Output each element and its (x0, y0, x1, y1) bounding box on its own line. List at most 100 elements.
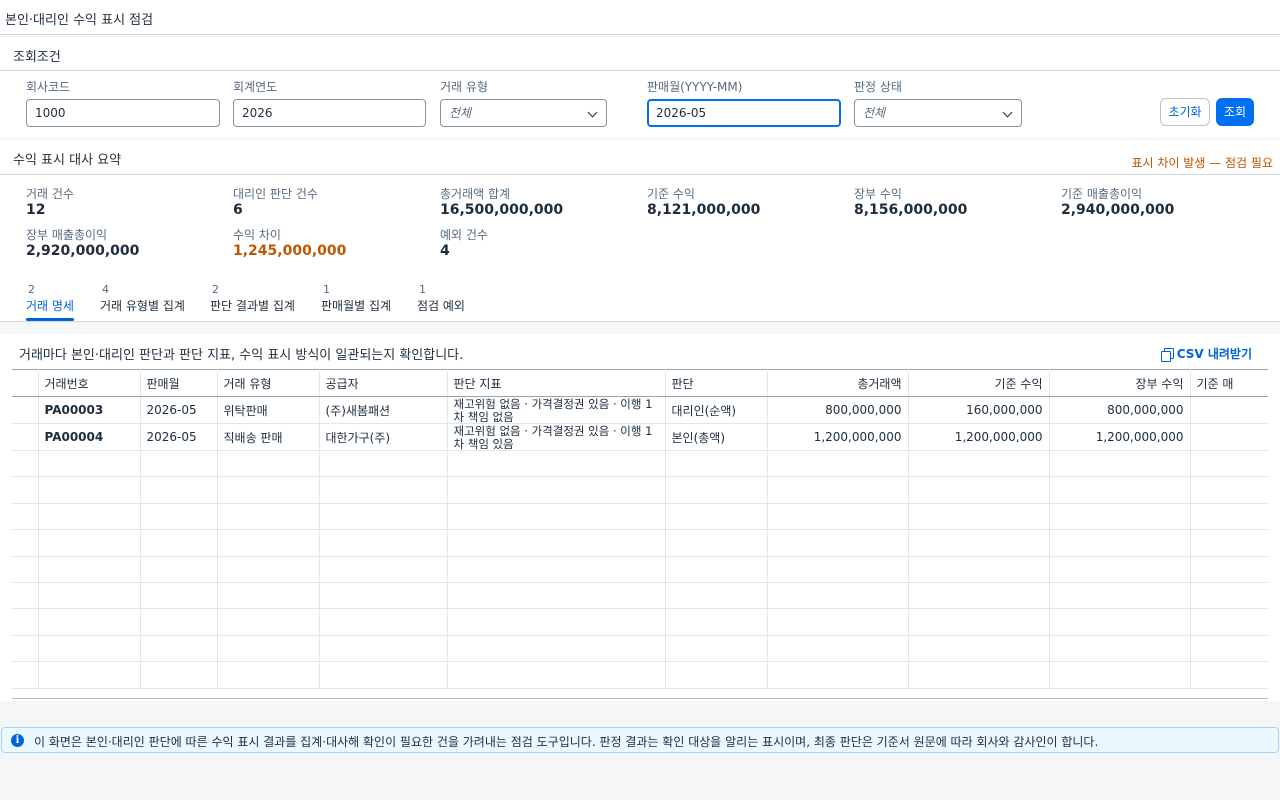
empty-row (12, 476, 1268, 504)
column-header[interactable]: 판단 지표 (447, 369, 666, 397)
indicator-cell: 재고위험 없음 · 가격결정권 있음 · 이행 1차 책임 있음 (447, 423, 666, 451)
column-header[interactable]: 거래 유형 (217, 369, 320, 397)
base-revenue-cell: 1,200,000,000 (908, 423, 1050, 451)
fiscal-year-input[interactable]: 2026 (233, 99, 426, 127)
column-header[interactable]: 총거래액 (767, 369, 909, 397)
kpi-value: 16,500,000,000 (440, 202, 564, 218)
column-header[interactable]: 기준 수익 (908, 369, 1050, 397)
copy-icon (1160, 348, 1174, 362)
filter-section-header: 조회조건 (0, 37, 1280, 71)
base-gross-profit-cell: 160 (1190, 396, 1268, 424)
sales-month-field: 판매월(YYYY-MM) 2026-05 (647, 78, 841, 127)
deal-type-select[interactable]: 전체 (440, 99, 607, 127)
page-title: 본인·대리인 수익 표시 점검 (5, 13, 154, 28)
kpi-gross-total: 총거래액 합계 16,500,000,000 (440, 185, 563, 218)
empty-row (12, 582, 1268, 610)
company-code-input[interactable]: 1000 (26, 99, 220, 127)
judgment-status-select[interactable]: 전체 (854, 99, 1022, 127)
column-header[interactable]: 장부 수익 (1049, 369, 1191, 397)
chevron-down-icon (587, 107, 598, 118)
judgment-status-label: 판정 상태 (854, 80, 902, 94)
company-code-label: 회사코드 (26, 80, 71, 94)
deal-detail-panel: 거래마다 본인·대리인 판단과 판단 지표, 수익 표시 방식이 일관되는지 확… (0, 334, 1280, 701)
deal-type-label: 거래 유형 (440, 80, 488, 94)
kpi-base-revenue: 기준 수익 8,121,000,000 (647, 185, 760, 218)
indicator-cell: 재고위험 없음 · 가격결정권 있음 · 이행 1차 책임 없음 (447, 396, 666, 424)
kpi-value: 8,121,000,000 (647, 202, 761, 218)
kpi-label: 장부 매출총이익 (26, 228, 108, 242)
judgment-cell: 대리인(순액) (665, 396, 768, 424)
info-notice-text: 이 화면은 본인·대리인 판단에 따른 수익 표시 결과를 집계·대사해 확인이… (34, 735, 1099, 749)
kpi-agent-count: 대리인 판단 건수 6 (233, 185, 318, 218)
kpi-label: 장부 수익 (854, 187, 902, 201)
kpi-book-revenue: 장부 수익 8,156,000,000 (854, 185, 967, 218)
tab-label: 거래 유형별 집계 (100, 299, 185, 313)
reset-button[interactable]: 초기화 (1160, 98, 1210, 126)
tab-label: 판매월별 집계 (321, 299, 392, 313)
deal-type-cell: 위탁판매 (217, 396, 320, 424)
kpi-label: 기준 수익 (647, 187, 695, 201)
row-select-header (12, 369, 39, 397)
fiscal-year-label: 회계연도 (233, 80, 278, 94)
column-header[interactable]: 거래번호 (38, 369, 141, 397)
search-button[interactable]: 조회 (1216, 98, 1254, 126)
filter-section-title: 조회조건 (13, 50, 61, 65)
tab-exceptions[interactable]: 1 점검 예외 (417, 283, 465, 314)
tab-bar: 2 거래 명세 4 거래 유형별 집계 2 판단 결과별 집계 1 판매월별 집… (0, 271, 1280, 322)
empty-row (12, 556, 1268, 583)
kpi-revenue-diff: 수익 차이 1,245,000,000 (233, 226, 346, 259)
filter-panel: 회사코드 1000 회계연도 2026 거래 유형 전체 판매월(YYYY-MM… (0, 71, 1280, 137)
empty-row (12, 529, 1268, 557)
judgment-status-field: 판정 상태 전체 (854, 78, 1022, 127)
column-header[interactable]: 판단 (665, 369, 768, 397)
csv-download-button[interactable]: CSV 내려받기 (1160, 345, 1252, 362)
kpi-base-gross-profit: 기준 매출총이익 2,940,000,000 (1061, 185, 1174, 218)
row-select-cell[interactable] (12, 396, 39, 424)
kpi-value: 1,245,000,000 (233, 243, 347, 259)
deal-id-cell: PA00003 (38, 396, 141, 424)
csv-download-label: CSV 내려받기 (1176, 347, 1252, 361)
tab-label: 거래 명세 (26, 299, 74, 313)
kpi-value: 2,940,000,000 (1061, 202, 1175, 218)
column-header[interactable]: 공급자 (319, 369, 448, 397)
tab-count: 2 (28, 283, 35, 296)
tab-count: 1 (419, 283, 426, 296)
row-select-cell[interactable] (12, 423, 39, 451)
title-bar: 본인·대리인 수익 표시 점검 (0, 0, 1280, 35)
tab-deal-detail[interactable]: 2 거래 명세 (26, 283, 74, 321)
kpi-label: 수익 차이 (233, 228, 281, 242)
empty-row (12, 450, 1268, 478)
judgment-cell: 본인(총액) (665, 423, 768, 451)
tab-by-judgment[interactable]: 2 판단 결과별 집계 (210, 283, 295, 314)
tab-count: 1 (323, 283, 330, 296)
info-icon: i (11, 734, 24, 747)
table-row[interactable]: PA00004 2026-05 직배송 판매 대한가구(주) 재고위험 없음 ·… (12, 423, 1268, 451)
kpi-value: 4 (440, 243, 450, 259)
chevron-down-icon (1002, 107, 1013, 118)
column-header[interactable]: 기준 매 (1190, 369, 1268, 397)
empty-row (12, 608, 1268, 636)
judgment-status-value: 전체 (863, 106, 886, 120)
book-revenue-cell: 1,200,000,000 (1049, 423, 1191, 451)
tab-by-month[interactable]: 1 판매월별 집계 (321, 283, 391, 314)
sales-month-input[interactable]: 2026-05 (647, 99, 841, 127)
base-revenue-cell: 160,000,000 (908, 396, 1050, 424)
empty-row (12, 635, 1268, 663)
status-warning-text: 표시 차이 발생 — 점검 필요 (1131, 156, 1273, 170)
table-row[interactable]: PA00003 2026-05 위탁판매 (주)새봄패션 재고위험 없음 · 가… (12, 396, 1268, 424)
gross-amount-cell: 1,200,000,000 (767, 423, 909, 451)
tab-by-deal-type[interactable]: 4 거래 유형별 집계 (100, 283, 185, 314)
book-revenue-cell: 800,000,000 (1049, 396, 1191, 424)
tab-count: 2 (212, 283, 219, 296)
column-header[interactable]: 판매월 (140, 369, 218, 397)
kpi-value: 6 (233, 202, 243, 218)
gross-amount-cell: 800,000,000 (767, 396, 909, 424)
supplier-cell: (주)새봄패션 (319, 396, 448, 424)
deal-type-value: 전체 (449, 106, 472, 120)
deal-id-cell: PA00004 (38, 423, 141, 451)
kpi-label: 대리인 판단 건수 (233, 187, 318, 201)
kpi-label: 거래 건수 (26, 187, 74, 201)
deal-type-field: 거래 유형 전체 (440, 78, 607, 127)
deal-type-cell: 직배송 판매 (217, 423, 320, 451)
tab-label: 판단 결과별 집계 (210, 299, 295, 313)
